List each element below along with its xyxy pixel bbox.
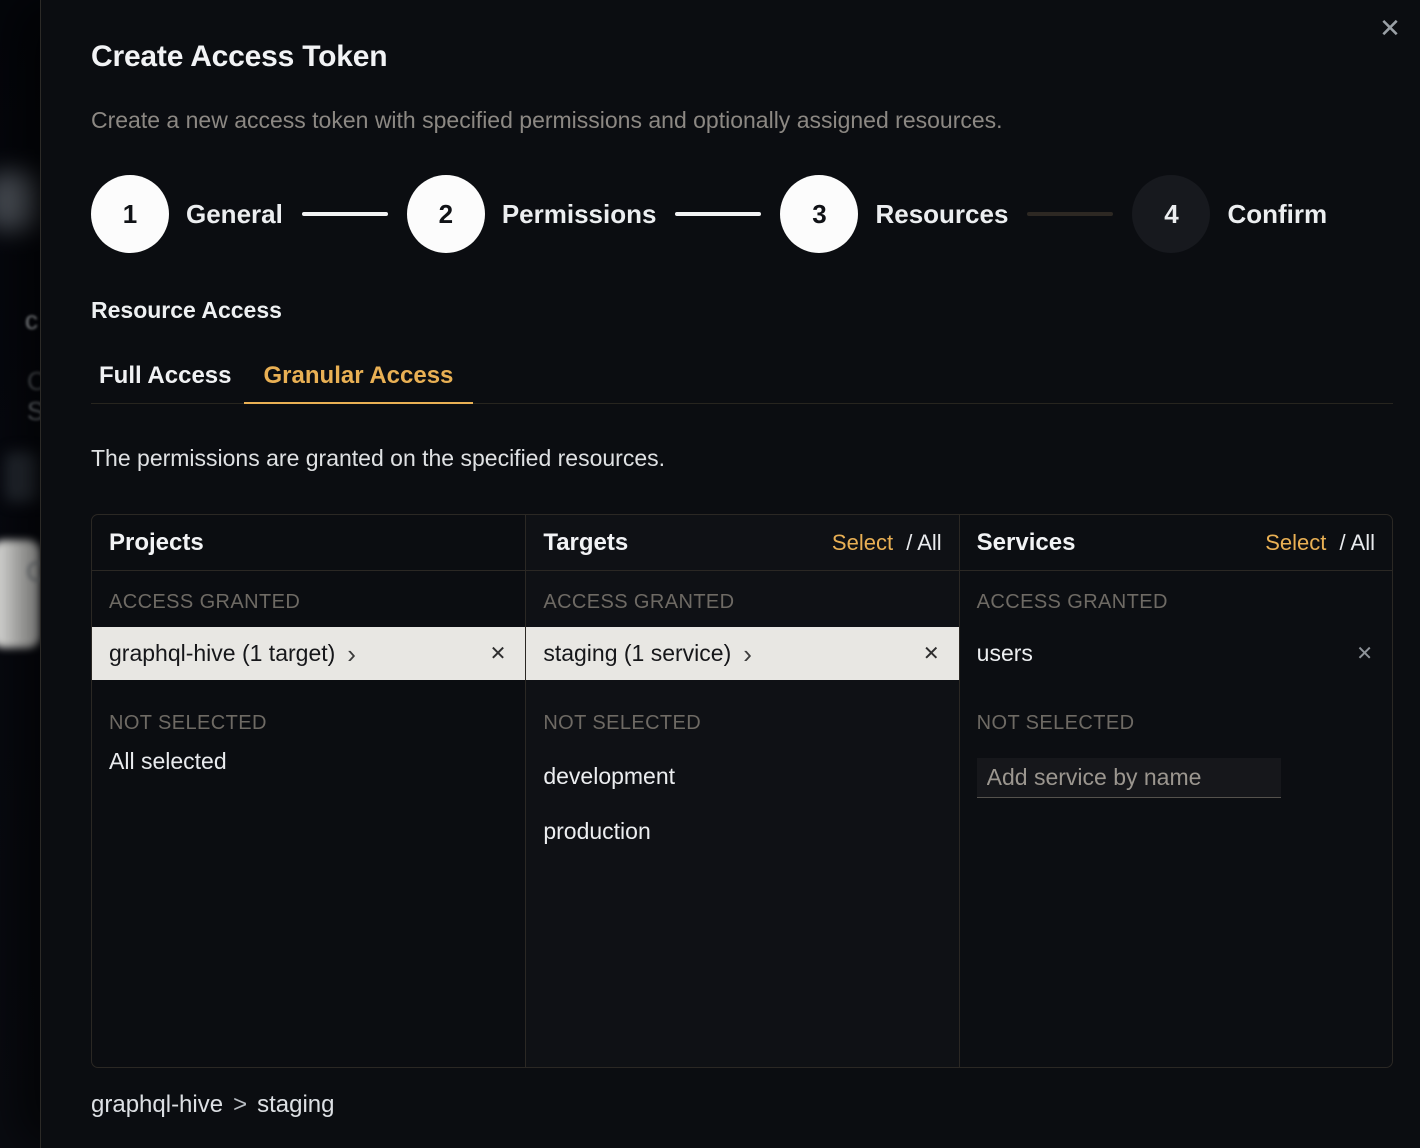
close-icon[interactable]: ✕ [1372, 10, 1408, 46]
dialog-title: Create Access Token [91, 40, 387, 74]
step-resources[interactable]: 3 Resources [780, 175, 1008, 253]
step-number-badge: 4 [1132, 175, 1210, 253]
backdrop-blur-blob [6, 452, 38, 502]
services-column: Services Select / All ACCESS GRANTED use… [959, 515, 1392, 1067]
wizard-stepper: 1 General 2 Permissions 3 Resources 4 Co… [91, 174, 1327, 254]
step-connector [675, 212, 761, 216]
step-confirm[interactable]: 4 Confirm [1132, 175, 1327, 253]
not-selected-label: NOT SELECTED [109, 710, 508, 736]
services-select-links: Select / All [1265, 530, 1375, 556]
resource-picker-table: Projects ACCESS GRANTED graphql-hive (1 … [91, 514, 1393, 1068]
access-mode-tabs: Full Access Granular Access [91, 358, 1393, 404]
target-option-development[interactable]: development [526, 749, 958, 804]
step-connector [1027, 212, 1113, 216]
backdrop-text-fragment: S [27, 396, 40, 427]
projects-column: Projects ACCESS GRANTED graphql-hive (1 … [92, 515, 525, 1067]
not-selected-label: NOT SELECTED [977, 710, 1375, 736]
targets-select-links: Select / All [832, 530, 942, 556]
granted-project-row[interactable]: graphql-hive (1 target) › ✕ [92, 627, 525, 680]
step-permissions[interactable]: 2 Permissions [407, 175, 657, 253]
create-access-token-dialog: ✕ Create Access Token Create a new acces… [40, 0, 1420, 1148]
projects-column-header: Projects [92, 515, 525, 571]
granted-target-label: staging (1 service) [543, 640, 731, 667]
step-number-badge: 3 [780, 175, 858, 253]
targets-column: Targets Select / All ACCESS GRANTED stag… [525, 515, 958, 1067]
services-select-all-link[interactable]: / All [1340, 530, 1375, 555]
services-column-title: Services [977, 529, 1076, 557]
access-granted-label: ACCESS GRANTED [109, 589, 508, 615]
granted-target-row[interactable]: staging (1 service) › ✕ [526, 627, 958, 680]
breadcrumb-project: graphql-hive [91, 1091, 223, 1118]
tab-full-access[interactable]: Full Access [91, 358, 240, 404]
breadcrumb-separator-icon: > [233, 1091, 247, 1118]
step-label: Permissions [502, 199, 657, 230]
dialog-subtitle: Create a new access token with specified… [91, 107, 1003, 134]
breadcrumb-target: staging [257, 1091, 334, 1118]
access-granted-label: ACCESS GRANTED [543, 589, 941, 615]
resource-access-heading: Resource Access [91, 297, 282, 324]
remove-target-icon[interactable]: ✕ [919, 640, 944, 668]
step-label: Resources [875, 199, 1008, 230]
target-options: development production [526, 749, 958, 859]
targets-select-all-link[interactable]: / All [906, 530, 941, 555]
step-label: General [186, 199, 283, 230]
step-number-badge: 1 [91, 175, 169, 253]
targets-select-link[interactable]: Select [832, 530, 893, 555]
target-option-production[interactable]: production [526, 804, 958, 859]
remove-service-icon[interactable]: ✕ [1352, 640, 1377, 668]
services-column-header: Services Select / All [960, 515, 1392, 571]
add-service-input[interactable] [977, 758, 1281, 798]
chevron-right-icon: › [347, 641, 356, 667]
chevron-right-icon: › [743, 641, 752, 667]
services-select-link[interactable]: Select [1265, 530, 1326, 555]
tab-granular-access[interactable]: Granular Access [244, 358, 474, 404]
granted-service-label: users [977, 640, 1033, 667]
step-connector [302, 212, 388, 216]
granted-project-label: graphql-hive (1 target) [109, 640, 335, 667]
backdrop-text-fragment: C [27, 366, 40, 397]
granted-service-row[interactable]: users ✕ [960, 627, 1392, 680]
granular-access-description: The permissions are granted on the speci… [91, 445, 665, 472]
backdrop-page: c C S C [0, 0, 40, 1148]
all-selected-note: All selected [109, 746, 508, 776]
projects-column-title: Projects [109, 529, 204, 557]
backdrop-blur-blob [0, 172, 38, 230]
step-general[interactable]: 1 General [91, 175, 283, 253]
backdrop-text-fragment: c [25, 305, 38, 336]
backdrop-text-fragment: C [26, 556, 40, 588]
selection-breadcrumb: graphql-hive > staging [91, 1091, 335, 1119]
remove-project-icon[interactable]: ✕ [486, 640, 511, 668]
not-selected-label: NOT SELECTED [543, 710, 941, 736]
step-label: Confirm [1227, 199, 1327, 230]
access-granted-label: ACCESS GRANTED [977, 589, 1375, 615]
step-number-badge: 2 [407, 175, 485, 253]
targets-column-title: Targets [543, 529, 628, 557]
targets-column-header: Targets Select / All [526, 515, 958, 571]
